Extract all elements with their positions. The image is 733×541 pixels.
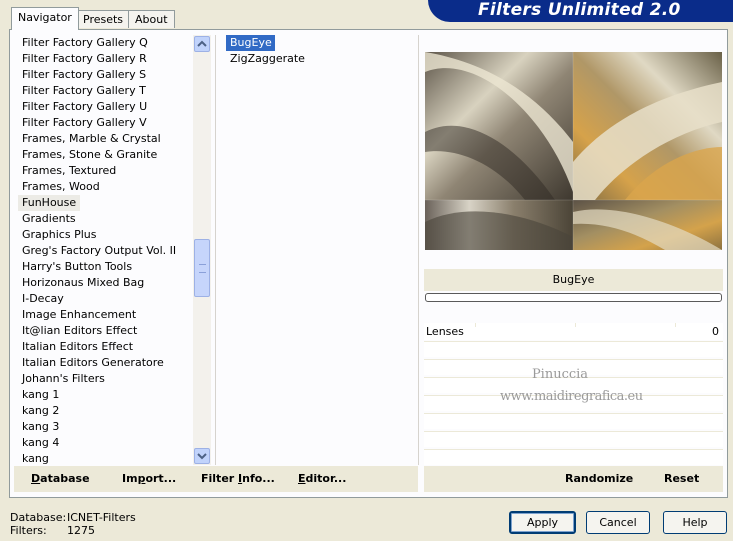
category-item[interactable]: Italian Editors Generatore <box>18 355 193 371</box>
category-list[interactable]: Filter Factory Gallery Q Filter Factory G… <box>18 35 193 465</box>
category-item[interactable]: Graphics Plus <box>18 227 193 243</box>
category-item[interactable]: Filter Factory Gallery V <box>18 115 193 131</box>
filter-info-button[interactable]: Filter Info... <box>201 472 275 485</box>
category-item[interactable]: kang 4 <box>18 435 193 451</box>
param-row-empty <box>424 449 723 465</box>
help-button[interactable]: Help <box>663 511 727 534</box>
list-divider <box>418 35 419 465</box>
scroll-down-button[interactable] <box>194 448 210 464</box>
chevron-down-icon <box>197 453 207 460</box>
category-item[interactable]: Filter Factory Gallery S <box>18 67 193 83</box>
category-item[interactable]: Gradients <box>18 211 193 227</box>
category-item[interactable]: I-Decay <box>18 291 193 307</box>
category-item[interactable]: kang 1 <box>18 387 193 403</box>
category-item[interactable]: Frames, Wood <box>18 179 193 195</box>
preview-image <box>425 52 722 250</box>
category-item[interactable]: Image Enhancement <box>18 307 193 323</box>
scroll-thumb[interactable] <box>194 239 210 297</box>
status-filters: Filters: 1275 <box>10 524 95 537</box>
category-item[interactable]: Harry's Button Tools <box>18 259 193 275</box>
category-item[interactable]: Frames, Textured <box>18 163 193 179</box>
category-item[interactable]: Filter Factory Gallery Q <box>18 35 193 51</box>
param-row-empty <box>424 431 723 447</box>
param-row-empty <box>424 341 723 357</box>
tab-navigator[interactable]: Navigator <box>11 7 79 30</box>
category-item[interactable]: Filter Factory Gallery U <box>18 99 193 115</box>
window-title: Filters Unlimited 2.0 <box>428 0 733 22</box>
filter-name-label: BugEye <box>424 269 723 291</box>
filter-list[interactable]: BugEye ZigZaggerate <box>226 35 406 135</box>
param-row-empty <box>424 413 723 429</box>
reset-button[interactable]: Reset <box>664 472 699 485</box>
category-item[interactable]: Italian Editors Effect <box>18 339 193 355</box>
tab-about[interactable]: About <box>128 10 175 28</box>
randomize-button[interactable]: Randomize <box>565 472 633 485</box>
category-item[interactable]: Horizonaus Mixed Bag <box>18 275 193 291</box>
watermark-line: www.maidiregrafica.eu <box>500 389 643 404</box>
list-divider <box>215 35 216 465</box>
filter-item[interactable]: ZigZaggerate <box>226 51 406 67</box>
watermark-line: Pinuccia <box>531 367 589 382</box>
apply-button[interactable]: Apply <box>509 511 576 534</box>
param-value: 0 <box>712 325 719 338</box>
category-item[interactable]: kang 3 <box>18 419 193 435</box>
category-item[interactable]: Greg's Factory Output Vol. II <box>18 243 193 259</box>
category-item[interactable]: FunHouse <box>18 195 81 211</box>
category-scrollbar[interactable] <box>193 35 211 465</box>
cancel-button[interactable]: Cancel <box>586 511 650 534</box>
chevron-up-icon <box>197 40 207 47</box>
watermark: Pinuccia www.maidiregrafica.eu <box>500 364 643 408</box>
scroll-up-button[interactable] <box>194 36 210 52</box>
tab-presets[interactable]: Presets <box>76 10 131 28</box>
progress-bar <box>425 293 722 302</box>
status-database: Database: ICNET-Filters <box>10 511 136 524</box>
filter-item[interactable]: BugEye <box>226 35 275 51</box>
database-button[interactable]: Database <box>31 472 90 485</box>
category-item[interactable]: Filter Factory Gallery R <box>18 51 193 67</box>
category-item[interactable]: Filter Factory Gallery T <box>18 83 193 99</box>
param-label: Lenses <box>426 325 464 338</box>
category-item[interactable]: Frames, Stone & Granite <box>18 147 193 163</box>
param-row-lenses[interactable]: Lenses 0 <box>424 323 723 340</box>
category-item[interactable]: kang <box>18 451 193 465</box>
editor-button[interactable]: Editor... <box>298 472 346 485</box>
category-item[interactable]: It@lian Editors Effect <box>18 323 193 339</box>
category-item[interactable]: Frames, Marble & Crystal <box>18 131 193 147</box>
category-item[interactable]: kang 2 <box>18 403 193 419</box>
category-item[interactable]: Johann's Filters <box>18 371 193 387</box>
import-button[interactable]: Import... <box>122 472 176 485</box>
